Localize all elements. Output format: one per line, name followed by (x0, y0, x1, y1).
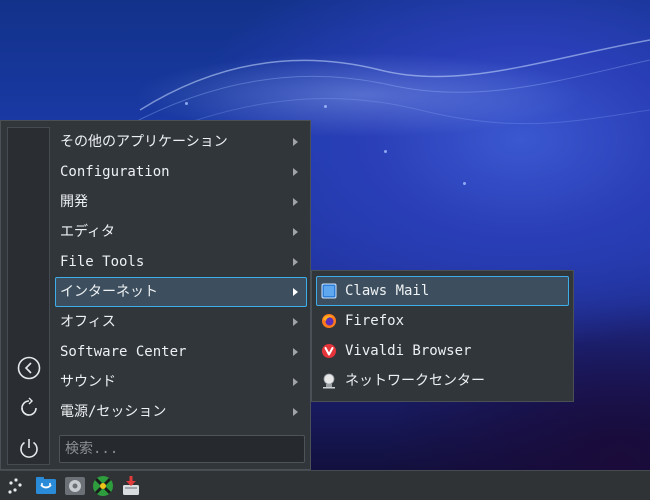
claws-mail-icon (321, 283, 337, 299)
menu-item-label: その他のアプリケーション (60, 134, 228, 150)
chevron-right-icon (293, 168, 298, 176)
submenu-app-list: Claws Mail Firefox Vivaldi Browser ネットワー… (316, 276, 569, 396)
power-icon[interactable] (17, 436, 41, 460)
taskbar (0, 470, 650, 500)
refresh-icon[interactable] (17, 396, 41, 420)
settings-icon[interactable] (64, 475, 86, 497)
menu-item-internet[interactable]: インターネット (55, 277, 307, 307)
menu-item-other-apps[interactable]: その他のアプリケーション (55, 127, 307, 157)
search-input[interactable]: 検索... (59, 435, 305, 463)
download-icon[interactable] (120, 475, 142, 497)
start-menu-icon[interactable] (5, 475, 27, 497)
chevron-right-icon (293, 198, 298, 206)
menu-item-label: 電源/セッション (60, 404, 167, 420)
menu-item-file-tools[interactable]: File Tools (55, 247, 307, 277)
menu-item-label: サウンド (60, 374, 116, 390)
menu-item-configuration[interactable]: Configuration (55, 157, 307, 187)
chevron-right-icon (293, 228, 298, 236)
menu-item-label: インターネット (60, 284, 158, 300)
menu-item-sound[interactable]: サウンド (55, 367, 307, 397)
application-menu: その他のアプリケーション Configuration 開発 エディタ File … (0, 120, 311, 470)
menu-item-power-session[interactable]: 電源/セッション (55, 397, 307, 427)
internet-submenu: Claws Mail Firefox Vivaldi Browser ネットワー… (311, 270, 574, 402)
network-center-icon (323, 373, 335, 389)
submenu-item-label: ネットワークセンター (345, 373, 485, 389)
menu-item-editors[interactable]: エディタ (55, 217, 307, 247)
chevron-right-icon (293, 138, 298, 146)
menu-item-label: 開発 (60, 194, 88, 210)
submenu-item-label: Claws Mail (345, 283, 430, 299)
menu-item-development[interactable]: 開発 (55, 187, 307, 217)
chevron-right-icon (293, 288, 298, 296)
menu-item-label: File Tools (60, 254, 145, 270)
chevron-right-icon (293, 348, 298, 356)
chevron-right-icon (293, 408, 298, 416)
menu-item-label: Configuration (60, 164, 170, 180)
submenu-item-claws-mail[interactable]: Claws Mail (316, 276, 569, 306)
submenu-item-network-center[interactable]: ネットワークセンター (316, 366, 569, 396)
menu-item-software-center[interactable]: Software Center (55, 337, 307, 367)
submenu-item-firefox[interactable]: Firefox (316, 306, 569, 336)
submenu-item-label: Vivaldi Browser (345, 343, 472, 359)
back-icon[interactable] (17, 356, 41, 380)
vivaldi-icon (322, 344, 336, 358)
submenu-item-label: Firefox (345, 313, 405, 329)
firefox-icon (322, 314, 336, 328)
chevron-right-icon (293, 258, 298, 266)
chevron-right-icon (293, 378, 298, 386)
chevron-right-icon (293, 318, 298, 326)
network-icon[interactable] (92, 475, 114, 497)
menu-item-label: Software Center (60, 344, 187, 360)
menu-item-label: オフィス (60, 314, 116, 330)
file-manager-icon[interactable] (35, 475, 57, 497)
menu-category-list: その他のアプリケーション Configuration 開発 エディタ File … (55, 127, 307, 427)
menu-side-strip (7, 127, 50, 465)
menu-item-office[interactable]: オフィス (55, 307, 307, 337)
submenu-item-vivaldi[interactable]: Vivaldi Browser (316, 336, 569, 366)
menu-item-label: エディタ (60, 224, 116, 240)
